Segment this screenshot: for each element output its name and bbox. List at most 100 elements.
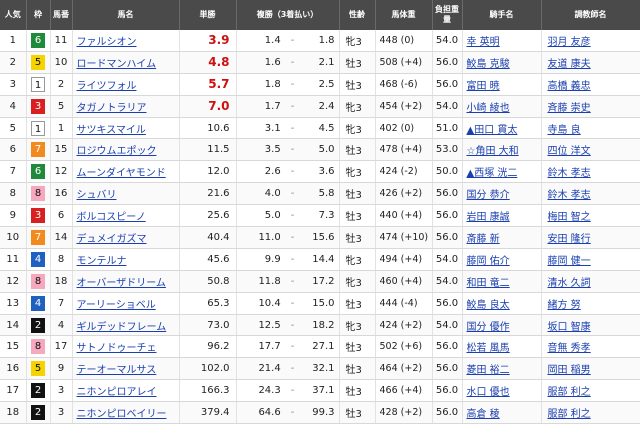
weight-cell: 454 (+2) xyxy=(375,95,433,118)
rank-value: 2 xyxy=(9,56,16,68)
trainer-name-link[interactable]: 緒方 努 xyxy=(548,300,581,311)
place-odds-low: 9.9 xyxy=(264,253,281,265)
horse-name-link[interactable]: ボルコスピーノ xyxy=(77,212,146,223)
jockey-name-link[interactable]: 水口 優也 xyxy=(467,387,510,398)
umaban-cell: 9 xyxy=(50,357,73,381)
horse-name-link[interactable]: サトノドゥーチェ xyxy=(77,343,157,354)
trainer-name-link[interactable]: 羽月 友彦 xyxy=(548,37,591,48)
waku-cell: 8 xyxy=(26,270,51,293)
horse-name-link[interactable]: シュバリ xyxy=(77,190,117,201)
trainer-cell: 高橋 義忠 xyxy=(541,73,640,96)
sex-age-cell: 牡3 xyxy=(339,357,376,381)
horse-name-link[interactable]: ロジウムエポック xyxy=(77,146,157,157)
header-waku: 枠 xyxy=(26,0,51,30)
rank-value: 9 xyxy=(9,210,16,222)
place-odds-cell: 11.8-17.2 xyxy=(236,270,340,293)
weight-value: 508 (+4) xyxy=(379,56,423,68)
trainer-name-link[interactable]: 服部 利之 xyxy=(548,409,591,420)
trainer-name-link[interactable]: 安田 隆行 xyxy=(548,234,591,245)
trainer-name-link[interactable]: 坂口 智康 xyxy=(548,322,591,333)
weight-cell: 508 (+4) xyxy=(375,51,433,74)
horse-name-link[interactable]: ロードマンハイム xyxy=(77,59,157,70)
weight-cell: 502 (+6) xyxy=(375,335,433,359)
jockey-name-link[interactable]: ☆角田 大和 xyxy=(467,146,519,157)
jockey-name-link[interactable]: 高倉 稜 xyxy=(467,409,500,420)
trainer-name-link[interactable]: 梅田 智之 xyxy=(548,212,591,223)
jockey-name-link[interactable]: 岩田 康誠 xyxy=(467,212,510,223)
jockey-name-link[interactable]: 幸 英明 xyxy=(467,37,500,48)
horse-cell: タガノトラリア xyxy=(72,95,180,118)
jockey-name-link[interactable]: 菱田 裕二 xyxy=(467,365,510,376)
horse-name-link[interactable]: ギルデッドフレーム xyxy=(77,322,167,333)
jockey-cell: 国分 優作 xyxy=(462,314,542,337)
jockey-name-link[interactable]: 鮫島 良太 xyxy=(467,300,510,311)
horse-name-link[interactable]: タガノトラリア xyxy=(77,103,147,114)
sex-age-cell: 牡3 xyxy=(339,401,376,425)
trainer-name-link[interactable]: 友道 康夫 xyxy=(548,59,591,70)
header-trainer: 調教師名 xyxy=(541,0,640,30)
jockey-name-link[interactable]: 松若 風馬 xyxy=(467,343,510,354)
jockey-name-link[interactable]: 富田 暁 xyxy=(467,81,500,92)
umaban-cell: 3 xyxy=(50,401,73,425)
trainer-cell: 四位 洋文 xyxy=(541,138,640,162)
horse-cell: ボルコスピーノ xyxy=(72,204,180,228)
weight-value: 468 (-6) xyxy=(379,78,418,90)
horse-name-link[interactable]: ライツフォル xyxy=(77,81,137,92)
trainer-name-link[interactable]: 斉藤 崇史 xyxy=(548,103,591,114)
trainer-name-link[interactable]: 藤岡 健一 xyxy=(548,256,591,267)
jockey-cell: 国分 恭介 xyxy=(462,182,542,206)
horse-name-link[interactable]: サツキスマイル xyxy=(77,125,146,136)
horse-name-link[interactable]: ムーンダイヤモンド xyxy=(77,168,166,179)
trainer-name-link[interactable]: 寺島 良 xyxy=(548,125,581,136)
weight-value: 502 (+6) xyxy=(379,341,423,353)
horse-name-link[interactable]: テーオーマルサス xyxy=(77,365,157,376)
table-row: 7 6 12 ムーンダイヤモンド 12.0 2.6-3.6 牝3 424 (-2) 50.0 ▲西… xyxy=(0,160,640,184)
waku-cell: 8 xyxy=(26,182,51,206)
win-odds-cell: 10.6 xyxy=(179,117,237,140)
rank-cell: 15 xyxy=(0,335,27,359)
horse-name-link[interactable]: アーリーショベル xyxy=(77,300,156,311)
waku-badge: 3 xyxy=(31,208,45,224)
jockey-name-link[interactable]: 斎藤 新 xyxy=(467,234,500,245)
jockey-name-link[interactable]: 藤岡 佑介 xyxy=(467,256,510,267)
place-odds-low: 3.1 xyxy=(264,122,281,134)
trainer-name-link[interactable]: 鈴木 孝志 xyxy=(548,168,591,179)
win-odds-value: 11.5 xyxy=(207,144,230,156)
trainer-name-link[interactable]: 鈴木 孝志 xyxy=(548,190,591,201)
jockey-name-link[interactable]: 国分 優作 xyxy=(467,322,510,333)
place-odds-low: 12.5 xyxy=(258,319,281,331)
jockey-name-link[interactable]: 小崎 綾也 xyxy=(467,103,510,114)
trainer-name-link[interactable]: 音無 秀孝 xyxy=(548,343,591,354)
horse-name-link[interactable]: ファルシオン xyxy=(77,37,137,48)
horse-name-link[interactable]: ニホンピロベイリー xyxy=(77,409,167,420)
win-odds-cell: 12.0 xyxy=(179,160,237,184)
jockey-name-link[interactable]: ▲西塚 洸二 xyxy=(467,168,518,179)
header-weight: 馬体重 xyxy=(375,0,433,30)
trainer-name-link[interactable]: 四位 洋文 xyxy=(548,146,591,157)
trainer-name-link[interactable]: 岡田 稲男 xyxy=(548,365,591,376)
jockey-name-link[interactable]: 鮫島 克駿 xyxy=(467,59,510,70)
jockey-name-link[interactable]: ▲田口 貫太 xyxy=(467,125,518,136)
horse-name-link[interactable]: モンテルナ xyxy=(77,256,127,267)
trainer-name-link[interactable]: 清水 久詞 xyxy=(548,278,591,289)
horse-name-link[interactable]: ニホンピロアレイ xyxy=(77,387,157,398)
jockey-cell: 水口 優也 xyxy=(462,379,542,403)
jockey-name-link[interactable]: 国分 恭介 xyxy=(467,190,510,201)
header-place: 複勝（3着払い） xyxy=(236,0,340,30)
horse-name-link[interactable]: デュメイガズマ xyxy=(77,234,147,245)
jockey-name-link[interactable]: 和田 竜二 xyxy=(467,278,510,289)
horse-cell: ギルデッドフレーム xyxy=(72,314,180,337)
trainer-name-link[interactable]: 高橋 義忠 xyxy=(548,81,591,92)
weight-value: 494 (+4) xyxy=(379,253,423,265)
umaban-value: 18 xyxy=(54,275,68,287)
waku-badge: 7 xyxy=(31,142,45,158)
weight-value: 460 (+4) xyxy=(379,275,423,287)
rank-cell: 1 xyxy=(0,30,27,52)
horse-name-link[interactable]: オーバーザドリーム xyxy=(77,278,166,289)
trainer-name-link[interactable]: 服部 利之 xyxy=(548,387,591,398)
kinryo-cell: 56.0 xyxy=(432,379,463,403)
rank-value: 11 xyxy=(6,253,20,265)
place-odds-low: 1.8 xyxy=(264,78,281,90)
place-odds-cell: 24.3-37.1 xyxy=(236,379,340,403)
win-odds-cell: 11.5 xyxy=(179,138,237,162)
